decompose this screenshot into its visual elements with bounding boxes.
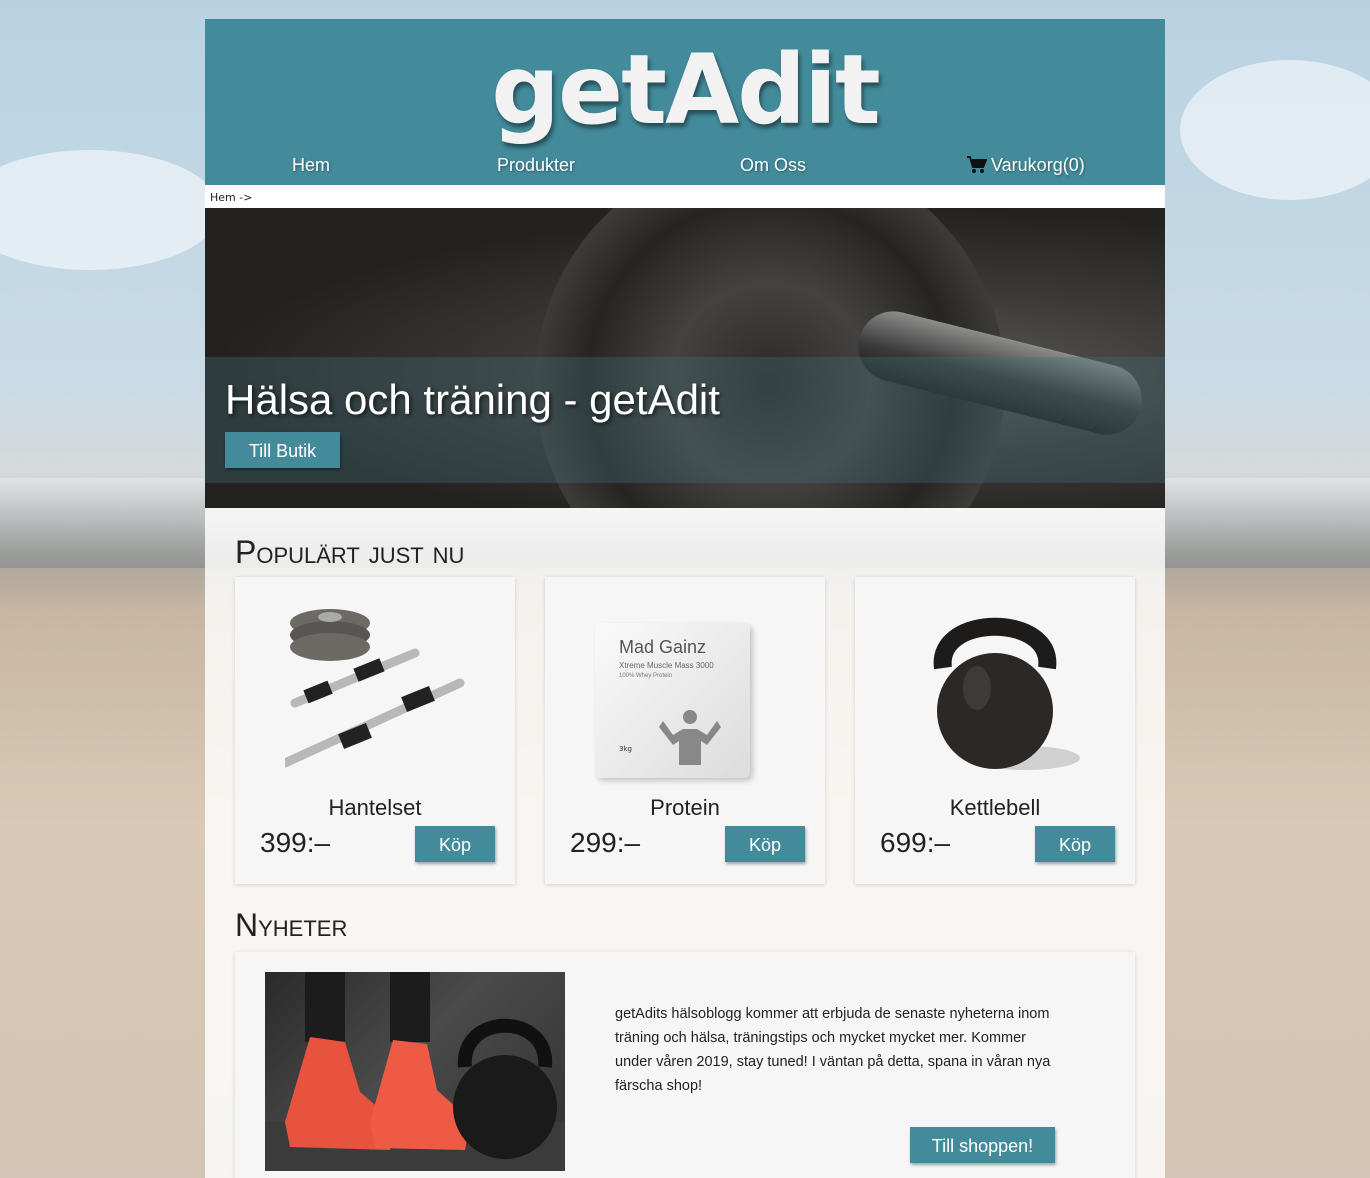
popular-section-title: Populärt just nu [235,534,465,570]
news-text: getAdits hälsoblogg kommer att erbjuda d… [615,1006,1051,1094]
site-logo[interactable]: getAdit [205,34,1165,146]
nav-products[interactable]: Produkter [497,155,575,176]
protein-pack-image: Mad Gainz Xtreme Muscle Mass 3000 100% W… [595,593,775,783]
nav-about[interactable]: Om Oss [740,155,806,176]
protein-line1: Xtreme Muscle Mass 3000 [619,661,714,670]
cart-icon [967,156,987,173]
nav-cart[interactable]: Varukorg(0) [967,155,1085,176]
product-card-protein[interactable]: Mad Gainz Xtreme Muscle Mass 3000 100% W… [545,577,825,884]
site-header: getAdit Hem Produkter Om Oss Varukorg(0) [205,19,1165,185]
sneakers-kettlebell-illustration [265,972,565,1171]
protein-line2: 100% Whey Protein [619,673,673,679]
news-image [265,972,565,1171]
product-name: Kettlebell [949,795,1041,820]
protein-weight: 3kg [619,745,632,753]
hero-banner: Hälsa och träning - getAdit Till Butik [205,208,1165,508]
protein-pack: Mad Gainz Xtreme Muscle Mass 3000 100% W… [595,623,750,778]
bodybuilder-icon [659,710,721,765]
product-card-hantelset[interactable]: Hantelset 399:– Köp [235,577,515,884]
nav-home[interactable]: Hem [292,155,330,176]
till-butik-button[interactable]: Till Butik [225,432,340,468]
buy-button-hantelset[interactable]: Köp [415,826,495,862]
background-cloud [1180,60,1370,200]
cart-label: Varukorg(0) [991,155,1085,175]
product-price: 699:– [880,827,951,858]
kettlebell-image [933,617,1080,770]
buy-button-protein[interactable]: Köp [725,826,805,862]
breadcrumb-home[interactable]: Hem -> [210,191,252,204]
product-name: Protein [650,795,720,820]
protein-brand: Mad Gainz [619,637,707,657]
background-cloud [0,150,220,270]
buy-button-kettlebell[interactable]: Köp [1035,826,1115,862]
dumbbell-set-image [285,609,465,768]
product-price: 299:– [570,827,641,858]
hero-title: Hälsa och träning - getAdit [225,376,720,423]
product-price: 399:– [260,827,331,858]
news-card: getAdits hälsoblogg kommer att erbjuda d… [235,952,1135,1178]
product-card-kettlebell[interactable]: Kettlebell 699:– Köp [855,577,1135,884]
main-nav: Hem Produkter Om Oss Varukorg(0) [205,155,1165,185]
breadcrumb: Hem -> [205,187,1165,208]
product-name: Hantelset [328,795,422,820]
page-container: getAdit Hem Produkter Om Oss Varukorg(0)… [205,19,1165,1178]
news-section-title: Nyheter [235,907,348,943]
till-shoppen-button[interactable]: Till shoppen! [910,1127,1055,1163]
